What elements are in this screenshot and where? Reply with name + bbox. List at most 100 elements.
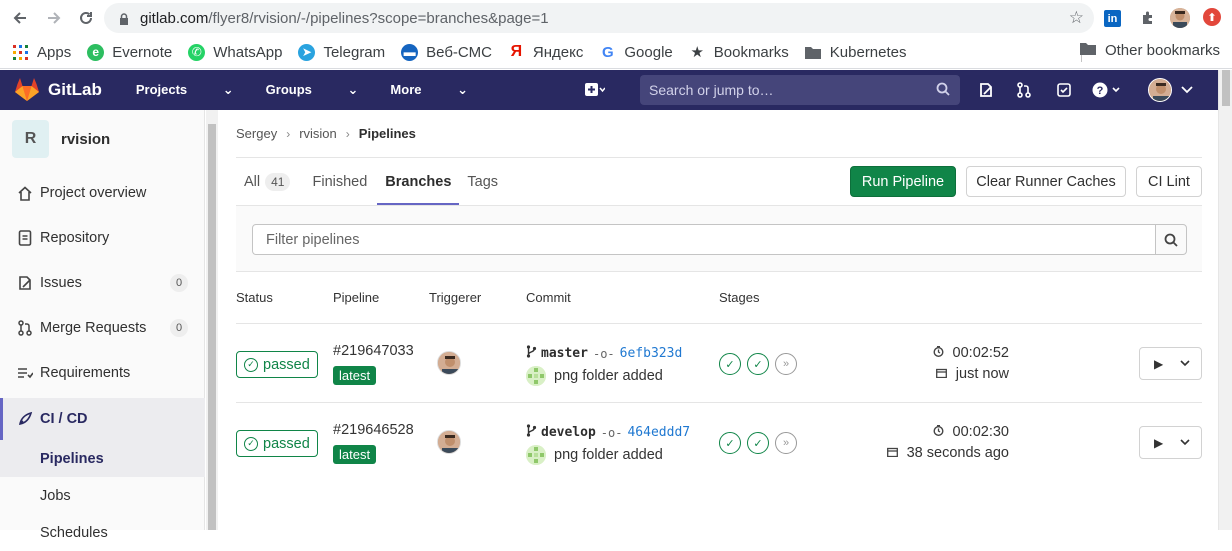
stage-passed-icon[interactable]: ✓ [719, 432, 741, 454]
bookmark-telegram[interactable]: ➤ Telegram [298, 43, 385, 61]
commit-icon: -o- [592, 346, 615, 361]
play-icon: ▶ [1154, 357, 1164, 371]
todo-check-icon[interactable] [1053, 79, 1075, 101]
sidebar-item-merge-requests[interactable]: Merge Requests 0 [0, 309, 205, 347]
help-icon[interactable]: ? [1090, 79, 1124, 101]
bookmark-star-icon[interactable]: ☆ [1069, 8, 1084, 28]
commit-sha-link[interactable]: 464eddd7 [627, 425, 690, 440]
triggerer-avatar[interactable] [437, 430, 461, 454]
tab-tags[interactable]: Tags [459, 158, 506, 205]
bookmark-apps[interactable]: Apps [12, 44, 71, 61]
ci-lint-button[interactable]: CI Lint [1136, 166, 1202, 197]
bookmark-bookmarks[interactable]: ★ Bookmarks [689, 44, 789, 62]
commit-title-link[interactable]: png folder added [554, 368, 663, 384]
clock-icon [933, 346, 944, 360]
forward-arrow-icon[interactable] [42, 6, 66, 30]
filter-pipelines-input[interactable]: Filter pipelines [252, 224, 1156, 255]
sidebar-scrollbar[interactable] [206, 110, 218, 530]
check-circle-icon: ✓ [244, 436, 258, 451]
issues-board-icon[interactable] [975, 79, 997, 101]
address-bar[interactable]: gitlab.com/flyer8/rvision/-/pipelines?sc… [104, 3, 1094, 33]
page-scrollbar[interactable] [1218, 70, 1232, 530]
new-plus-icon[interactable] [584, 79, 606, 101]
bookmark-google[interactable]: G Google [599, 44, 673, 61]
status-badge[interactable]: ✓ passed [236, 430, 318, 457]
breadcrumb-rvision[interactable]: rvision [299, 126, 337, 141]
extensions-puzzle-icon[interactable] [1138, 8, 1158, 28]
tab-finished[interactable]: Finished [304, 158, 375, 205]
sms-icon: ▬ [401, 43, 419, 61]
profile-avatar-icon[interactable] [1170, 8, 1190, 28]
reload-icon[interactable] [74, 6, 98, 30]
branch-name-link[interactable]: master [541, 346, 588, 361]
table-row: ✓ passed #219647033 latest master -o- 6e… [236, 324, 1202, 402]
stage-skipped-icon[interactable]: » [775, 432, 797, 454]
tab-branches[interactable]: Branches [377, 158, 460, 205]
table-row: ✓ passed #219646528 latest develop -o- 4… [236, 403, 1202, 481]
url-host: gitlab.com [140, 9, 209, 27]
merge-request-icon [16, 319, 34, 337]
menu-more[interactable]: More ⌄ [390, 82, 468, 98]
sidebar-item-project-overview[interactable]: Project overview [0, 174, 205, 212]
user-avatar-icon[interactable] [1148, 78, 1172, 102]
sidebar-subitem-pipelines[interactable]: Pipelines [0, 440, 205, 477]
pipeline-stages: ✓ ✓ » [719, 353, 803, 375]
stage-passed-icon[interactable]: ✓ [747, 353, 769, 375]
menu-groups[interactable]: Groups ⌄ [266, 82, 359, 98]
tab-all-count-badge: 41 [265, 172, 291, 191]
back-arrow-icon[interactable] [8, 6, 32, 30]
stage-passed-icon[interactable]: ✓ [719, 353, 741, 375]
merge-request-icon[interactable] [1013, 79, 1035, 101]
status-badge[interactable]: ✓ passed [236, 351, 318, 378]
bookmark-whatsapp[interactable]: ✆ WhatsApp [188, 43, 282, 61]
stage-skipped-icon[interactable]: » [775, 353, 797, 375]
sidebar-subitem-schedules[interactable]: Schedules [0, 514, 205, 551]
manual-actions-dropdown[interactable]: ▶ [1139, 426, 1202, 459]
filter-search-button[interactable] [1155, 224, 1187, 255]
check-circle-icon: ✓ [244, 357, 258, 372]
bookmark-yandex[interactable]: Я Яндекс [508, 43, 584, 61]
pipeline-scope-tabs: All 41 Finished Branches Tags [236, 158, 506, 205]
breadcrumb-sergey[interactable]: Sergey [236, 126, 277, 141]
sidebar-item-issues[interactable]: Issues 0 [0, 264, 205, 302]
search-input[interactable]: Search or jump to… [640, 75, 960, 105]
commit-author-identicon [526, 445, 546, 465]
active-indicator [0, 398, 3, 440]
commit-sha-link[interactable]: 6efb323d [620, 346, 683, 361]
clear-runner-caches-button[interactable]: Clear Runner Caches [966, 166, 1126, 197]
yandex-icon: Я [510, 43, 523, 60]
linkedin-extension-icon[interactable]: in [1104, 10, 1121, 27]
chevron-down-icon[interactable] [1176, 79, 1198, 101]
sidebar-subitem-jobs[interactable]: Jobs [0, 477, 205, 514]
menu-projects[interactable]: Projects ⌄ [136, 82, 234, 98]
rocket-icon [16, 410, 34, 428]
sidebar-item-requirements[interactable]: Requirements [0, 354, 205, 392]
breadcrumb-pipelines[interactable]: Pipelines [359, 126, 416, 141]
stage-passed-icon[interactable]: ✓ [747, 432, 769, 454]
latest-badge: latest [333, 445, 377, 464]
tab-all[interactable]: All 41 [236, 158, 298, 205]
sidebar-item-ci-cd[interactable]: CI / CD [0, 398, 205, 440]
top-menu: Projects ⌄ Groups ⌄ More ⌄ [136, 82, 500, 98]
other-bookmarks[interactable]: Other bookmarks [1079, 42, 1220, 59]
run-pipeline-button[interactable]: Run Pipeline [850, 166, 956, 197]
pipeline-duration: 00:02:52 [933, 345, 1009, 361]
commit-message: png folder added [526, 366, 663, 386]
update-arrow-icon[interactable]: ⬆ [1203, 8, 1221, 26]
search-icon [1164, 233, 1178, 247]
pipeline-id-link[interactable]: #219647033 [333, 343, 414, 359]
bookmark-evernote[interactable]: e Evernote [87, 43, 172, 61]
bookmark-kubernetes[interactable]: Kubernetes [805, 44, 907, 61]
triggerer-avatar[interactable] [437, 351, 461, 375]
chevron-down-icon [1180, 356, 1190, 370]
project-header[interactable]: R rvision [12, 120, 110, 158]
gitlab-logo[interactable]: GitLab [14, 78, 102, 102]
manual-actions-dropdown[interactable]: ▶ [1139, 347, 1202, 380]
branch-name-link[interactable]: develop [541, 425, 596, 440]
pipeline-id-link[interactable]: #219646528 [333, 422, 414, 438]
project-sidebar: R rvision Project overview Repository Is… [0, 110, 205, 541]
commit-title-link[interactable]: png folder added [554, 447, 663, 463]
sidebar-item-repository[interactable]: Repository [0, 219, 205, 257]
col-triggerer: Triggerer [429, 290, 482, 305]
bookmark-sms[interactable]: ▬ Веб-СМС [401, 43, 492, 61]
